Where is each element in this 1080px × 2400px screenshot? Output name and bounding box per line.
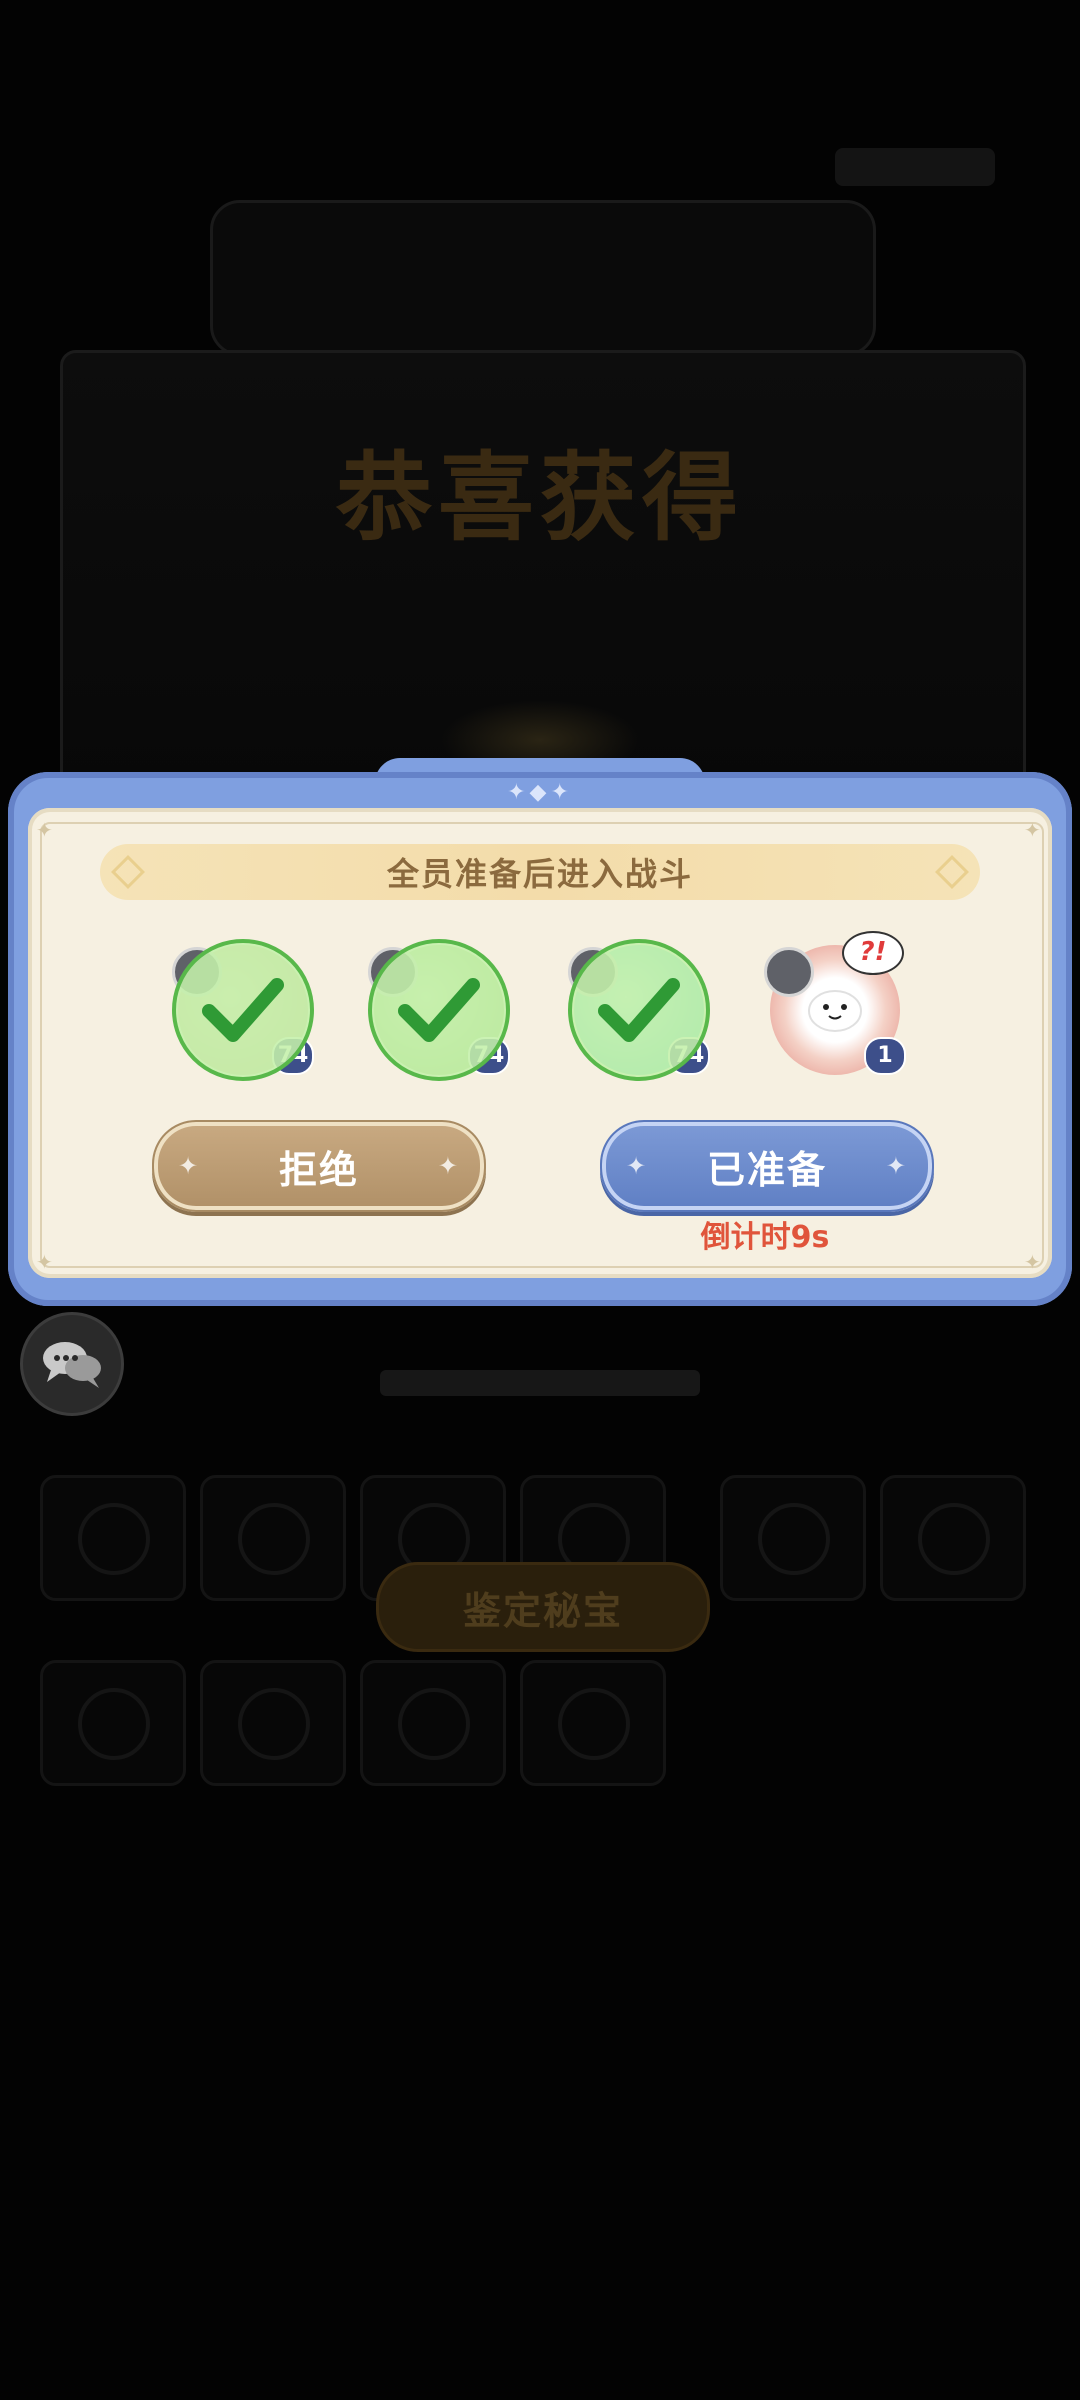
chat-button[interactable]: [20, 1312, 124, 1416]
checkmark-icon: [202, 978, 284, 1042]
ready-check-overlay: [172, 939, 314, 1081]
sparkle-icon: ✦: [885, 1152, 908, 1180]
game-screen: 恭喜获得 鉴定秘宝 ✦◆✦ ✦ ✦ ✦ ✦ 全员准备后进入战斗 ?! 1 ✦ 拒…: [0, 0, 1080, 2400]
corner-star-icon: ✦: [1024, 1250, 1041, 1274]
sparkle-icon: ✦: [626, 1152, 649, 1180]
corner-star-icon: ✦: [36, 818, 53, 842]
background-hint-text: [380, 1370, 700, 1396]
background-item-slot: [40, 1660, 186, 1786]
sparkle-icon: ✦: [437, 1152, 460, 1180]
diamond-ornament-icon: ✦◆✦: [507, 780, 573, 805]
background-item-slot: [520, 1660, 666, 1786]
background-title: 恭喜获得: [336, 441, 744, 554]
surprise-speech-bubble: ?!: [842, 931, 904, 975]
ready-button[interactable]: ✦ 已准备 ✦: [600, 1120, 934, 1212]
background-item-slot: [200, 1475, 346, 1601]
diamond-icon: [935, 855, 969, 889]
white-creature-icon: [808, 990, 862, 1032]
ready-instruction-banner: 全员准备后进入战斗: [100, 844, 980, 900]
background-header-frame: [210, 200, 876, 356]
background-item-slot: [880, 1475, 1026, 1601]
ready-check-overlay: [568, 939, 710, 1081]
background-item-slot: [40, 1475, 186, 1601]
banner-text: 全员准备后进入战斗: [386, 855, 693, 893]
refuse-button[interactable]: ✦ 拒绝 ✦: [152, 1120, 486, 1212]
background-corner-info: [835, 148, 995, 186]
diamond-icon: [111, 855, 145, 889]
background-item-slot: [200, 1660, 346, 1786]
level-badge: 1: [864, 1037, 906, 1075]
appraise-treasure-button: 鉴定秘宝: [376, 1562, 710, 1652]
ready-check-overlay: [368, 939, 510, 1081]
player-slot-4: ?! 1: [760, 931, 910, 1085]
countdown-timer: 倒计时9s: [700, 1220, 830, 1255]
ready-button-label: 已准备: [706, 1147, 827, 1192]
player-slot-2: 74: [364, 935, 514, 1085]
background-item-slot: [360, 1660, 506, 1786]
player-slot-1: 74: [168, 935, 318, 1085]
rank-icon: [764, 947, 814, 997]
refuse-button-label: 拒绝: [278, 1147, 359, 1192]
checkmark-icon: [398, 978, 480, 1042]
player-slot-3: 74: [564, 935, 714, 1085]
chat-bubbles-icon: [43, 1342, 101, 1388]
corner-star-icon: ✦: [1024, 818, 1041, 842]
sparkle-icon: ✦: [178, 1152, 201, 1180]
checkmark-icon: [598, 978, 680, 1042]
background-item-slot: [720, 1475, 866, 1601]
corner-star-icon: ✦: [36, 1250, 53, 1274]
